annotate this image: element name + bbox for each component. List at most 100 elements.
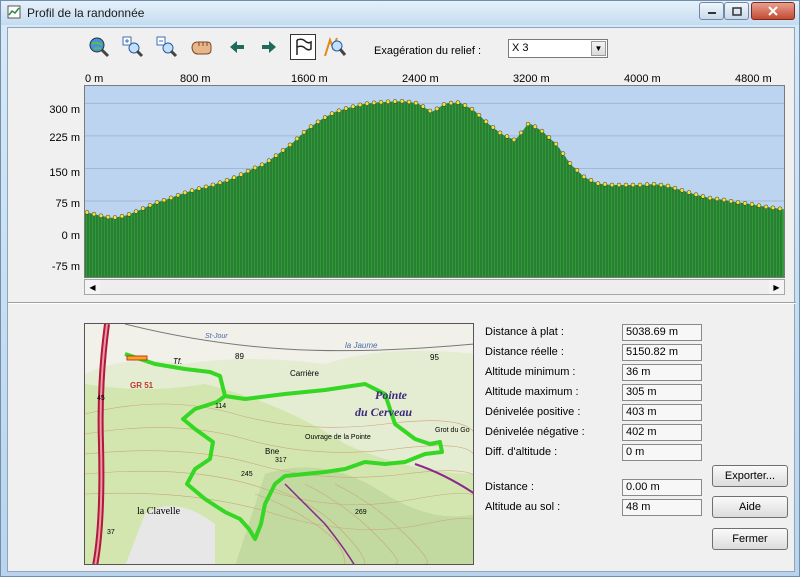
route-map[interactable]: Carrière Pointe du Cerveau Ouvrage de la… xyxy=(84,323,474,565)
elevation-point[interactable] xyxy=(637,182,643,188)
scroll-left-icon[interactable]: ◀ xyxy=(85,280,100,294)
elevation-point[interactable] xyxy=(84,210,90,215)
elevation-point[interactable] xyxy=(728,198,734,204)
elevation-point[interactable] xyxy=(574,167,580,173)
elevation-point[interactable] xyxy=(224,178,230,183)
elevation-point[interactable] xyxy=(105,214,111,220)
elevation-point[interactable] xyxy=(154,200,160,205)
elevation-point[interactable] xyxy=(497,130,503,136)
elevation-point[interactable] xyxy=(504,134,510,139)
elevation-point[interactable] xyxy=(210,182,216,188)
elevation-point[interactable] xyxy=(483,119,489,124)
elevation-point[interactable] xyxy=(777,206,783,212)
elevation-point[interactable] xyxy=(735,200,741,205)
elevation-point[interactable] xyxy=(245,168,251,174)
elevation-point[interactable] xyxy=(147,203,153,208)
elevation-point[interactable] xyxy=(406,99,412,105)
elevation-point[interactable] xyxy=(644,182,650,187)
elevation-point[interactable] xyxy=(315,119,321,125)
elevation-point[interactable] xyxy=(770,205,776,211)
scroll-right-icon[interactable]: ▶ xyxy=(769,280,784,294)
elevation-point[interactable] xyxy=(630,182,636,188)
elevation-point[interactable] xyxy=(441,102,447,107)
elevation-point[interactable] xyxy=(112,215,118,220)
elevation-point[interactable] xyxy=(623,182,629,188)
elevation-point[interactable] xyxy=(119,213,125,219)
elevation-point[interactable] xyxy=(371,100,377,106)
elevation-point[interactable] xyxy=(511,137,517,143)
close-button[interactable]: Fermer xyxy=(712,528,788,550)
elevation-point[interactable] xyxy=(308,124,314,129)
elevation-point[interactable] xyxy=(700,194,706,199)
elevation-point[interactable] xyxy=(329,111,335,116)
title-bar[interactable]: Profil de la randonnée xyxy=(1,1,799,25)
elevation-point[interactable] xyxy=(392,99,398,104)
elevation-point[interactable] xyxy=(588,177,594,183)
elevation-point[interactable] xyxy=(455,100,461,105)
elevation-point[interactable] xyxy=(707,195,713,201)
elevation-point[interactable] xyxy=(273,153,279,158)
elevation-point[interactable] xyxy=(140,206,146,211)
topographic-map[interactable]: Carrière Pointe du Cerveau Ouvrage de la… xyxy=(85,324,474,565)
elevation-point[interactable] xyxy=(658,182,664,188)
elevation-point[interactable] xyxy=(749,202,755,207)
tool-next[interactable] xyxy=(256,34,282,60)
elevation-point[interactable] xyxy=(259,162,265,167)
elevation-point[interactable] xyxy=(420,104,426,109)
elevation-point[interactable] xyxy=(385,99,391,105)
elevation-point[interactable] xyxy=(231,175,237,180)
elevation-point[interactable] xyxy=(469,106,475,112)
elevation-point[interactable] xyxy=(238,172,244,177)
exaggeration-select[interactable]: X 3 ▼ xyxy=(508,39,608,58)
elevation-point[interactable] xyxy=(742,201,748,206)
elevation-point[interactable] xyxy=(679,188,685,193)
elevation-point[interactable] xyxy=(553,141,559,147)
elevation-point[interactable] xyxy=(182,190,188,195)
tool-zoom-globe[interactable] xyxy=(86,34,112,60)
elevation-point[interactable] xyxy=(721,197,727,203)
elevation-point[interactable] xyxy=(168,195,174,201)
export-button[interactable]: Exporter... xyxy=(712,465,788,487)
elevation-point[interactable] xyxy=(175,192,181,198)
elevation-point[interactable] xyxy=(560,151,566,156)
minimize-button[interactable] xyxy=(699,2,724,20)
elevation-point[interactable] xyxy=(161,197,167,203)
elevation-point[interactable] xyxy=(518,130,524,136)
elevation-point[interactable] xyxy=(287,142,293,148)
elevation-point[interactable] xyxy=(693,192,699,197)
chevron-down-icon[interactable]: ▼ xyxy=(591,41,606,56)
elevation-point[interactable] xyxy=(280,148,286,153)
tool-zoom-route[interactable] xyxy=(322,34,348,60)
horizontal-scrollbar[interactable]: ◀ ▶ xyxy=(84,279,785,295)
elevation-point[interactable] xyxy=(476,112,482,118)
tool-zoom-in[interactable] xyxy=(120,34,146,60)
elevation-point[interactable] xyxy=(343,106,349,111)
elevation-point[interactable] xyxy=(434,106,440,112)
elevation-profile-svg[interactable] xyxy=(84,86,784,277)
elevation-profile-chart[interactable] xyxy=(84,85,785,278)
close-window-button[interactable] xyxy=(751,2,795,20)
elevation-point[interactable] xyxy=(378,99,384,105)
elevation-point[interactable] xyxy=(525,121,531,127)
tool-pan[interactable] xyxy=(188,34,214,60)
elevation-point[interactable] xyxy=(581,174,587,180)
elevation-point[interactable] xyxy=(462,103,468,108)
elevation-point[interactable] xyxy=(336,108,342,113)
elevation-point[interactable] xyxy=(322,115,328,120)
elevation-point[interactable] xyxy=(616,182,622,188)
elevation-point[interactable] xyxy=(252,165,258,171)
tool-zoom-out[interactable] xyxy=(154,34,180,60)
elevation-point[interactable] xyxy=(595,181,601,186)
elevation-point[interactable] xyxy=(91,211,97,217)
tool-flag-select[interactable] xyxy=(290,34,316,60)
elevation-point[interactable] xyxy=(490,125,496,130)
elevation-point[interactable] xyxy=(126,212,132,217)
elevation-point[interactable] xyxy=(399,99,405,104)
elevation-point[interactable] xyxy=(413,100,419,106)
elevation-point[interactable] xyxy=(539,128,545,134)
elevation-point[interactable] xyxy=(714,196,720,202)
elevation-point[interactable] xyxy=(203,184,209,190)
elevation-point[interactable] xyxy=(294,136,300,142)
help-button[interactable]: Aide xyxy=(712,496,788,518)
tool-previous[interactable] xyxy=(224,34,250,60)
